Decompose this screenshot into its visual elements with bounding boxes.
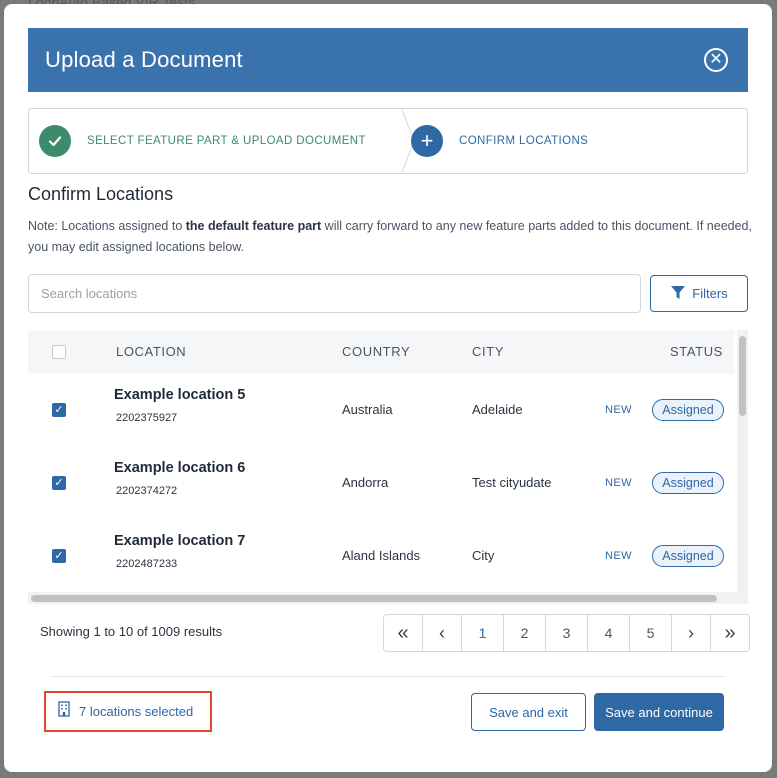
section-title: Confirm Locations (28, 184, 174, 204)
location-code: 2202374272 (116, 485, 178, 497)
page-button-5[interactable]: 5 (630, 615, 672, 651)
note-bold-text: the default feature part (185, 219, 322, 233)
filters-label: Filters (692, 286, 728, 301)
next-page-button[interactable]: › (672, 615, 711, 651)
table-row[interactable]: ✓ Example location 7 2202487233 Aland Is… (28, 520, 734, 594)
new-tag: NEW (605, 477, 632, 489)
locations-selected-link[interactable]: 7 locations selected (44, 691, 212, 732)
location-name: Example location 6 (114, 460, 246, 476)
city-cell: Test cityudate (472, 475, 552, 490)
step-select-feature-part[interactable]: SELECT FEATURE PART & UPLOAD DOCUMENT (29, 109, 415, 173)
prev-page-button[interactable]: ‹ (423, 615, 462, 651)
page-button-2[interactable]: 2 (504, 615, 546, 651)
row-checkbox[interactable]: ✓ (52, 549, 66, 563)
stepper: SELECT FEATURE PART & UPLOAD DOCUMENT + … (28, 108, 748, 174)
table-row[interactable]: ✓ Example location 5 2202375927 Australi… (28, 374, 734, 448)
column-header-city: CITY (472, 344, 505, 359)
location-code: 2202487233 (116, 558, 178, 570)
country-cell: Aland Islands (342, 548, 421, 563)
status-badge: Assigned (652, 472, 724, 494)
filters-button[interactable]: Filters (650, 275, 748, 312)
note-text: Note: Locations assigned to (28, 219, 186, 233)
building-icon (57, 701, 71, 722)
checkmark-icon (39, 125, 71, 157)
results-summary: Showing 1 to 10 of 1009 results (40, 624, 223, 639)
modal-header: Upload a Document ✕ (28, 28, 748, 92)
first-page-button[interactable]: « (384, 615, 423, 651)
country-cell: Australia (342, 402, 393, 417)
modal-title: Upload a Document (45, 47, 243, 72)
table-header: LOCATION COUNTRY CITY STATUS (28, 330, 734, 374)
step-label: CONFIRM LOCATIONS (459, 135, 589, 147)
column-header-status: STATUS (670, 344, 723, 359)
footer-divider (52, 676, 724, 677)
plus-icon: + (411, 125, 443, 157)
pagination: « ‹ 1 2 3 4 5 › » (383, 614, 750, 652)
step-label: SELECT FEATURE PART & UPLOAD DOCUMENT (87, 135, 366, 147)
vertical-scrollbar-thumb[interactable] (739, 336, 746, 416)
save-and-exit-button[interactable]: Save and exit (471, 693, 586, 731)
funnel-icon (670, 284, 686, 303)
page-button-3[interactable]: 3 (546, 615, 588, 651)
city-cell: Adelaide (472, 402, 523, 417)
location-name: Example location 7 (114, 533, 246, 549)
country-cell: Andorra (342, 475, 389, 490)
upload-document-modal: Upload a Document ✕ SELECT FEATURE PART … (4, 4, 772, 772)
info-note: Note: Locations assigned to the default … (28, 216, 753, 258)
save-and-continue-button[interactable]: Save and continue (594, 693, 724, 731)
status-badge: Assigned (652, 399, 724, 421)
status-badge: Assigned (652, 545, 724, 567)
horizontal-scrollbar-thumb[interactable] (31, 595, 717, 602)
location-code: 2202375927 (116, 412, 178, 424)
search-input[interactable] (28, 274, 641, 313)
column-header-country: COUNTRY (342, 344, 411, 359)
selected-count-label: 7 locations selected (79, 704, 194, 719)
row-checkbox[interactable]: ✓ (52, 403, 66, 417)
last-page-button[interactable]: » (711, 615, 749, 651)
new-tag: NEW (605, 550, 632, 562)
city-cell: City (472, 548, 495, 563)
select-all-checkbox[interactable] (52, 345, 66, 359)
page-button-4[interactable]: 4 (588, 615, 630, 651)
location-name: Example location 5 (114, 387, 246, 403)
locations-table: LOCATION COUNTRY CITY STATUS ✓ Example l… (28, 330, 748, 606)
row-checkbox[interactable]: ✓ (52, 476, 66, 490)
column-header-location: LOCATION (116, 344, 187, 359)
new-tag: NEW (605, 404, 632, 416)
close-icon[interactable]: ✕ (704, 48, 728, 72)
page-button-1[interactable]: 1 (462, 615, 504, 651)
table-row[interactable]: ✓ Example location 6 2202374272 Andorra … (28, 447, 734, 521)
step-confirm-locations[interactable]: + CONFIRM LOCATIONS (389, 109, 588, 173)
